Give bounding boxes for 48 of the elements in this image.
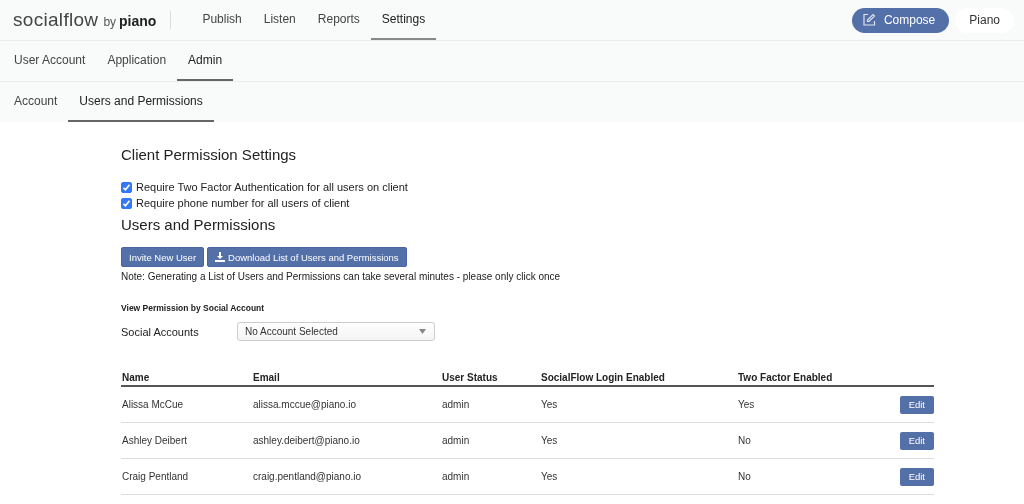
table-cell: Alissa McCue (121, 386, 252, 423)
invite-button[interactable]: Invite New User (121, 247, 205, 267)
filter-heading: View Permission by Social Account (121, 303, 266, 313)
page-tab[interactable]: Account (3, 82, 69, 122)
table-cell: Ashley Deibert (121, 422, 252, 459)
edit-button[interactable]: Edit (899, 467, 934, 486)
table-cell: craig.pentland@piano.io (252, 458, 441, 495)
logo[interactable]: socialflow by piano (13, 9, 157, 31)
section-title: Users and Permissions (121, 216, 277, 233)
checkbox[interactable] (121, 197, 132, 209)
checkbox-label: Require Two Factor Authentication for all users on client (136, 181, 408, 193)
checkbox[interactable] (121, 181, 132, 193)
table-cell: Yes (540, 422, 737, 459)
nav-tab[interactable]: Reports (306, 0, 371, 40)
table-cell: Yes (737, 386, 881, 423)
compose-button[interactable]: Compose (851, 7, 950, 33)
field-label: Social Accounts (121, 325, 200, 338)
column-header: User Status (441, 372, 540, 386)
table-cell: admin (441, 386, 540, 423)
table-cell: Yes (540, 458, 737, 495)
caret-icon (419, 329, 426, 334)
section-tab[interactable]: Application (96, 41, 178, 81)
checkbox-label: Require phone number for all users of client (136, 197, 350, 209)
section-tab[interactable]: User Account (3, 41, 97, 81)
download-button[interactable]: Download List of Users and Permissions (207, 247, 407, 267)
note-text: Note: Generating a List of Users and Permissions can take several minutes - please only click once (121, 271, 562, 282)
table-cell: No (737, 458, 881, 495)
user-menu[interactable]: Piano (955, 7, 1014, 33)
table-cell: admin (441, 458, 540, 495)
table-cell: ashley.deibert@piano.io (252, 422, 441, 459)
column-header: Email (252, 372, 441, 386)
edit-button[interactable]: Edit (899, 431, 934, 450)
table-cell: Craig Pentland (121, 458, 252, 495)
column-header: Name (121, 372, 252, 386)
nav-tab[interactable]: Listen (252, 0, 307, 40)
edit-icon (861, 13, 876, 27)
download-icon (215, 252, 226, 262)
column-header: SocialFlow Login Enabled (540, 372, 737, 386)
account-select[interactable]: No Account Selected (237, 322, 435, 341)
column-header: Two Factor Enabled (737, 372, 881, 386)
table-cell: No (737, 422, 881, 459)
edit-button[interactable]: Edit (899, 395, 934, 414)
table-cell: alissa.mccue@piano.io (252, 386, 441, 423)
nav-tab[interactable]: Publish (191, 0, 253, 40)
page-tab[interactable]: Users and Permissions (68, 82, 214, 122)
table-cell: admin (441, 422, 540, 459)
table-cell: Yes (540, 386, 737, 423)
section-title: Client Permission Settings (121, 146, 298, 163)
